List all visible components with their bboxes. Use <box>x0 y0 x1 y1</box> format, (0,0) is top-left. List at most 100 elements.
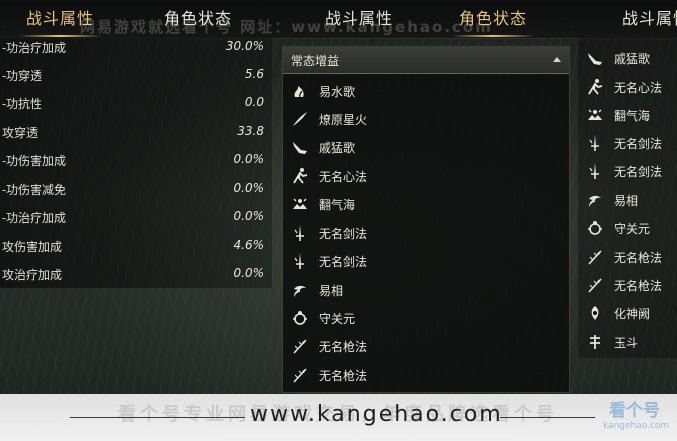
attribute-row: -功穿透 5.6 <box>0 60 272 88</box>
buff-item[interactable]: 戚猛歌 <box>582 44 677 72</box>
attribute-row: 攻治疗加成 0.0% <box>0 259 272 287</box>
sword-icon <box>586 162 604 180</box>
buff-item[interactable]: 易水歌 <box>287 77 467 105</box>
tab-battle-attributes[interactable]: 战斗属性 <box>17 6 103 37</box>
slash-stroke-icon <box>291 110 309 128</box>
attribute-row: -功治疗加成 30.0% <box>0 32 272 60</box>
buff-item[interactable]: 易相 <box>582 186 677 214</box>
sword-icon <box>291 224 309 242</box>
attribute-name: -功治疗加成 <box>2 41 67 55</box>
fist-strike-icon <box>586 49 604 67</box>
divider-left <box>70 417 245 418</box>
buff-dropdown-header[interactable]: 常态增益 <box>283 47 569 74</box>
caret-up-icon <box>553 57 561 62</box>
logo-subtext: kangehao.com <box>603 421 670 431</box>
attribute-row: 攻穿透 33.8 <box>0 117 272 145</box>
attribute-value: 33.8 <box>237 124 264 138</box>
attribute-list: -功治疗加成 30.0% -功穿透 5.6 -功抗性 0.0 攻穿透 33.8 … <box>0 38 272 288</box>
attribute-name: -功抗性 <box>2 97 43 111</box>
attribute-row: -功抗性 0.0 <box>0 88 272 116</box>
tab-battle-attributes-3[interactable]: 战斗属性 <box>622 6 677 32</box>
buff-item[interactable]: 无名剑法 <box>582 129 677 157</box>
buff-item-label: 易相 <box>614 194 639 208</box>
attribute-name: -功伤害加成 <box>2 154 67 168</box>
spear-icon <box>291 366 309 384</box>
shield-burst-icon <box>586 219 604 237</box>
spear-icon <box>586 276 604 294</box>
buff-item-label: 翻气海 <box>319 198 356 212</box>
attribute-name: 攻治疗加成 <box>2 268 63 282</box>
buff-item[interactable]: 无名枪法 <box>287 332 467 360</box>
tab-character-status[interactable]: 角色状态 <box>164 6 232 32</box>
buff-item[interactable]: 翻气海 <box>582 101 677 129</box>
buff-item[interactable]: 无名剑法 <box>287 247 467 275</box>
buff-item[interactable]: 燎原星火 <box>287 105 467 133</box>
attribute-value: 0.0% <box>233 181 265 195</box>
buff-item-label: 翻气海 <box>614 109 651 123</box>
buff-item-label: 易水歌 <box>319 85 356 99</box>
watermark-url: www.kangehao.com <box>250 402 503 427</box>
buff-item[interactable]: 戚猛歌 <box>287 133 467 161</box>
attribute-row: -功治疗加成 0.0% <box>0 202 272 230</box>
attribute-name: 攻穿透 <box>2 126 39 140</box>
tab-character-status-2[interactable]: 角色状态 <box>450 6 536 37</box>
attribute-value: 0.0% <box>233 152 265 166</box>
buff-item[interactable]: 无名心法 <box>582 73 677 101</box>
sword-icon <box>291 252 309 270</box>
buff-item[interactable]: 无名心法 <box>287 162 467 190</box>
buff-item-label: 无名枪法 <box>614 279 663 293</box>
buff-dropdown: 常态增益 易水歌 燎原星火 戚猛歌 无名心法 翻气海 无名剑法 无名剑法 易相 … <box>282 46 570 393</box>
pose-figure-icon <box>291 167 309 185</box>
attribute-row: -功伤害减免 0.0% <box>0 174 272 202</box>
attribute-value: 0.0 <box>244 95 264 109</box>
attribute-row: -功伤害加成 0.0% <box>0 145 272 173</box>
fist-strike-icon <box>291 138 309 156</box>
buff-item[interactable]: 无名剑法 <box>582 157 677 185</box>
buff-item-label: 无名心法 <box>614 81 663 95</box>
buff-item[interactable]: 翻气海 <box>287 190 467 218</box>
buff-item-label: 无名枪法 <box>319 369 368 383</box>
sword-icon <box>586 134 604 152</box>
buff-item-label: 无名心法 <box>319 170 368 184</box>
buff-item-label: 无名剑法 <box>319 255 368 269</box>
divider-right <box>500 417 595 418</box>
buff-item[interactable]: 易相 <box>287 276 467 304</box>
shield-burst-icon <box>291 309 309 327</box>
swirl-mark-icon <box>291 281 309 299</box>
watermark-logo: 看个号 kangehao.com <box>597 394 677 441</box>
swirl-mark-icon <box>586 191 604 209</box>
attribute-row: 攻伤害加成 4.6% <box>0 231 272 259</box>
qi-burst-icon <box>291 195 309 213</box>
buff-item[interactable]: 无名枪法 <box>582 271 677 299</box>
buff-item[interactable]: 无名枪法 <box>582 243 677 271</box>
buff-dropdown-label: 常态增益 <box>291 54 340 68</box>
buff-item-label: 戚猛歌 <box>614 52 651 66</box>
buff-item-label: 无名枪法 <box>614 251 663 265</box>
buff-item[interactable]: 化神阙 <box>582 299 677 327</box>
dipper-icon <box>586 333 604 351</box>
attribute-value: 0.0% <box>233 266 265 280</box>
buff-item-label: 无名剑法 <box>319 227 368 241</box>
buff-item[interactable]: 玉斗 <box>582 328 677 356</box>
buff-item-label: 无名剑法 <box>614 165 663 179</box>
buff-item-label: 戚猛歌 <box>319 141 356 155</box>
buff-item-label: 无名剑法 <box>614 137 663 151</box>
buff-item-label: 守关元 <box>319 312 356 326</box>
spirit-icon <box>586 304 604 322</box>
attribute-name: -功穿透 <box>2 69 43 83</box>
buff-item[interactable]: 守关元 <box>582 214 677 242</box>
attribute-value: 0.0% <box>233 209 265 223</box>
qi-burst-icon <box>586 106 604 124</box>
tab-battle-attributes-2[interactable]: 战斗属性 <box>325 6 393 32</box>
buff-item-label: 化神阙 <box>614 307 651 321</box>
attribute-name: 攻伤害加成 <box>2 240 63 254</box>
buff-item-label: 易相 <box>319 284 344 298</box>
buff-item[interactable]: 无名枪法 <box>287 361 467 389</box>
buff-item-label: 无名枪法 <box>319 340 368 354</box>
attribute-value: 5.6 <box>244 67 264 81</box>
buff-item[interactable]: 守关元 <box>287 304 467 332</box>
right-buff-list: 戚猛歌 无名心法 翻气海 无名剑法 无名剑法 易相 守关元 无名枪法 无名枪法 … <box>578 38 677 358</box>
buff-item[interactable]: 无名剑法 <box>287 219 467 247</box>
flame-swirl-icon <box>291 82 309 100</box>
buff-item-label: 燎原星火 <box>319 113 368 127</box>
